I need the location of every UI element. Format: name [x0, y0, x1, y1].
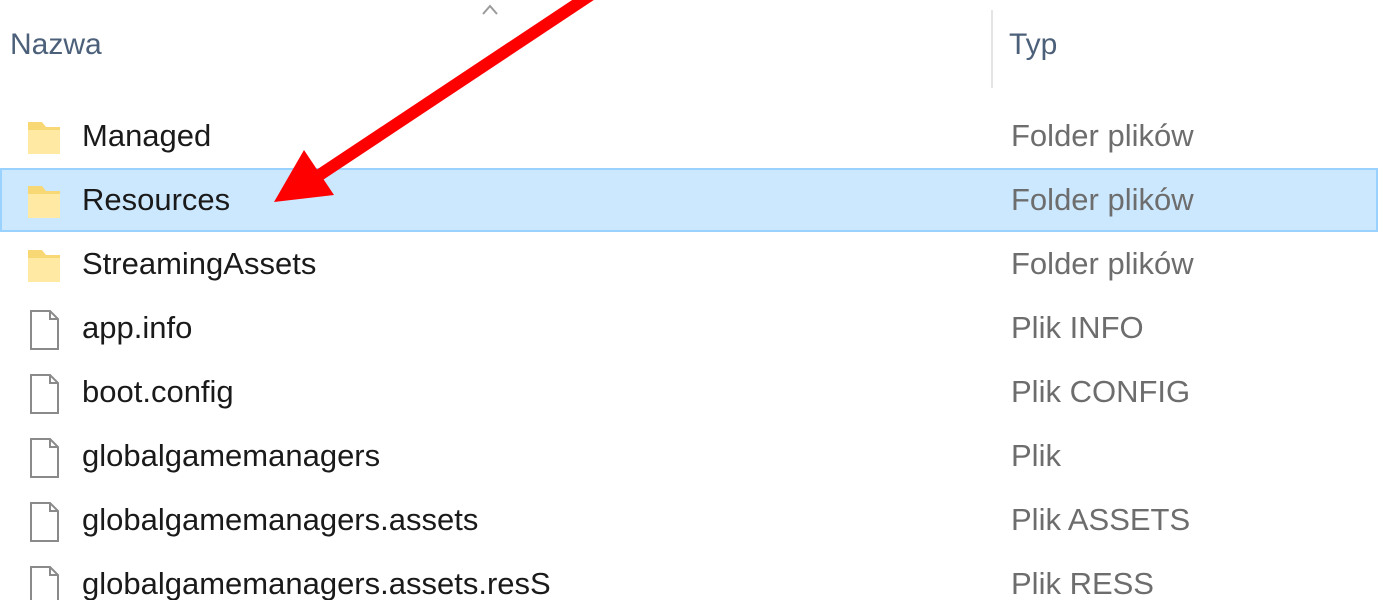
column-header-bar: Nazwa Typ [0, 0, 1378, 100]
file-type: Folder plików [1011, 182, 1194, 217]
folder-icon [22, 116, 66, 160]
file-type: Folder plików [1011, 118, 1194, 153]
column-header-name-label: Nazwa [10, 28, 102, 61]
file-row[interactable]: Managed Folder plików [0, 104, 1378, 168]
file-row[interactable]: globalgamemanagers.assets Plik ASSETS [0, 488, 1378, 552]
file-name: Resources [82, 182, 231, 217]
file-name: Managed [82, 118, 212, 153]
file-name: globalgamemanagers [82, 438, 381, 473]
column-header-name[interactable]: Nazwa [0, 0, 990, 100]
file-row[interactable]: Resources Folder plików [0, 168, 1378, 232]
sort-ascending-icon [482, 4, 498, 15]
file-name: boot.config [82, 374, 234, 409]
file-icon [22, 372, 66, 416]
file-type: Plik ASSETS [1011, 502, 1191, 537]
file-icon [22, 308, 66, 352]
column-header-type[interactable]: Typ [993, 0, 1378, 100]
file-row[interactable]: globalgamemanagers Plik [0, 424, 1378, 488]
file-icon [22, 564, 66, 600]
column-header-type-label: Typ [1009, 28, 1058, 61]
file-row[interactable]: StreamingAssets Folder plików [0, 232, 1378, 296]
file-type: Folder plików [1011, 246, 1194, 281]
file-row[interactable]: boot.config Plik CONFIG [0, 360, 1378, 424]
file-name: StreamingAssets [82, 246, 317, 281]
file-name: globalgamemanagers.assets.resS [82, 566, 551, 600]
folder-icon [22, 180, 66, 224]
folder-icon [22, 244, 66, 288]
file-type: Plik CONFIG [1011, 374, 1191, 409]
file-name: globalgamemanagers.assets [82, 502, 479, 537]
file-icon [22, 436, 66, 480]
file-row[interactable]: app.info Plik INFO [0, 296, 1378, 360]
file-explorer-details-view: Nazwa Typ Managed Folder plików Resource… [0, 0, 1378, 600]
file-row[interactable]: globalgamemanagers.assets.resS Plik RESS [0, 552, 1378, 600]
file-type: Plik [1011, 438, 1061, 473]
file-list: Managed Folder plików Resources Folder p… [0, 104, 1378, 600]
file-icon [22, 500, 66, 544]
file-type: Plik INFO [1011, 310, 1144, 345]
file-type: Plik RESS [1011, 566, 1154, 600]
file-name: app.info [82, 310, 193, 345]
